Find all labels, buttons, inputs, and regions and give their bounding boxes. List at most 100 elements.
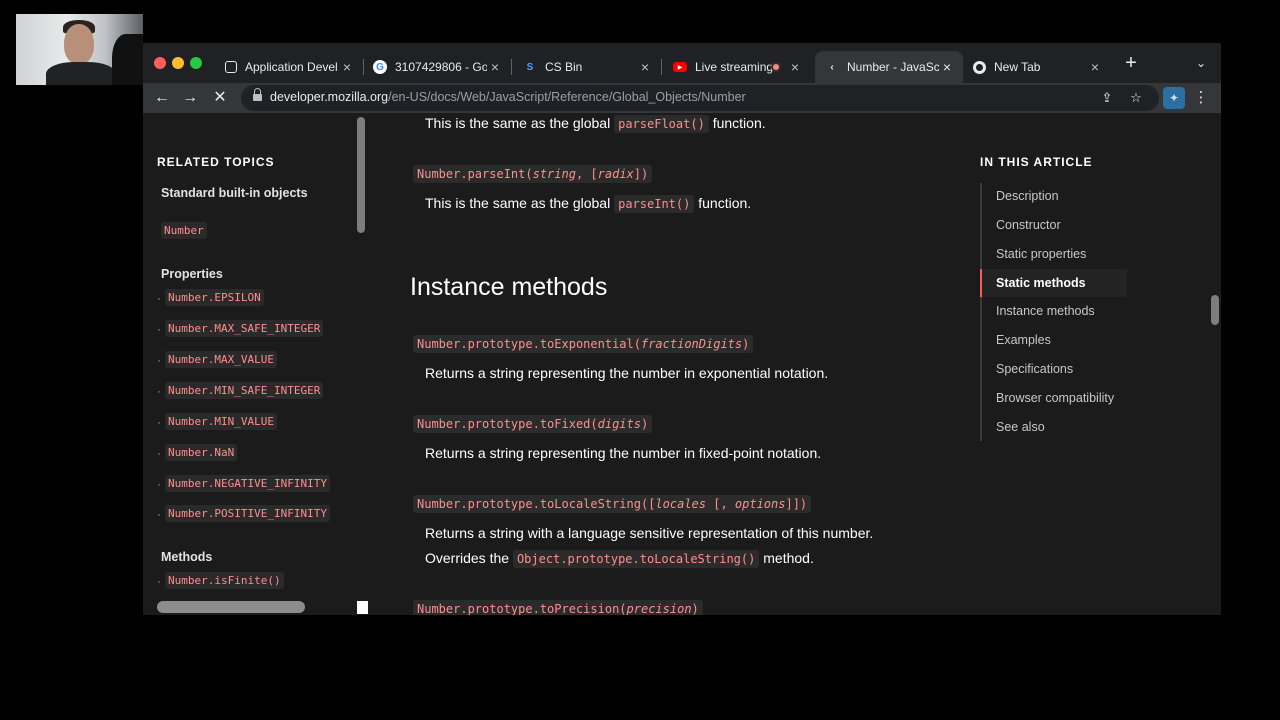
tab-separator bbox=[661, 59, 662, 75]
sidebar-vertical-scrollbar[interactable] bbox=[357, 117, 365, 233]
tab-google[interactable]: G 3107429806 - Go × bbox=[363, 51, 512, 83]
webcam-overlay bbox=[16, 14, 143, 85]
sig-arg: locales bbox=[655, 497, 706, 511]
browser-window: Application Devel × G 3107429806 - Go × … bbox=[143, 43, 1221, 615]
article-main: This is the same as the global parseFloa… bbox=[369, 113, 969, 615]
sidebar-item-label: Number.NEGATIVE_INFINITY bbox=[165, 475, 330, 492]
object-to-locale-string-link[interactable]: Object.prototype.toLocaleString() bbox=[512, 550, 760, 568]
sig-text: [, bbox=[706, 497, 735, 511]
to-locale-string-description: Returns a string with a language sensiti… bbox=[425, 525, 874, 541]
stop-loading-icon[interactable]: ✕ bbox=[209, 87, 231, 109]
address-url[interactable]: developer.mozilla.org/en-US/docs/Web/Jav… bbox=[270, 90, 746, 104]
toc-item-see-also[interactable]: See also bbox=[996, 420, 1045, 434]
sidebar-item-positive-infinity[interactable]: · Number.POSITIVE_INFINITY bbox=[157, 505, 330, 522]
close-tab-icon[interactable]: × bbox=[1087, 59, 1103, 75]
sidebar-item-epsilon[interactable]: · Number.EPSILON bbox=[157, 289, 264, 306]
tab-cs-bin[interactable]: S CS Bin × bbox=[513, 51, 662, 83]
toc-item-static-methods[interactable]: Static methods bbox=[996, 276, 1086, 290]
address-path: /en-US/docs/Web/JavaScript/Reference/Glo… bbox=[388, 90, 746, 104]
desc-text: This is the same as the global bbox=[425, 115, 611, 131]
browser-toolbar: ← → ✕ developer.mozilla.org/en-US/docs/W… bbox=[143, 83, 1221, 113]
bullet: · bbox=[157, 476, 161, 491]
sidebar-horizontal-scrollbar[interactable] bbox=[157, 601, 305, 613]
instance-methods-heading: Instance methods bbox=[410, 273, 608, 301]
new-tab-plus-icon[interactable]: + bbox=[1123, 53, 1139, 73]
toc-item-constructor[interactable]: Constructor bbox=[996, 218, 1061, 232]
bullet: · bbox=[157, 383, 161, 398]
close-tab-icon[interactable]: × bbox=[487, 59, 503, 75]
sig-text: ) bbox=[742, 337, 750, 351]
desc-text: Overrides the bbox=[425, 550, 510, 566]
tab-application-devel[interactable]: Application Devel × bbox=[215, 51, 364, 83]
sidebar-item-max-safe-integer[interactable]: · Number.MAX_SAFE_INTEGER bbox=[157, 320, 324, 337]
back-arrow-icon[interactable]: ← bbox=[151, 87, 173, 109]
bullet: · bbox=[157, 573, 161, 588]
lock-icon bbox=[253, 88, 262, 103]
browser-menu-icon[interactable]: ⋮ bbox=[1193, 87, 1209, 109]
number-link-label: Number bbox=[161, 222, 207, 239]
sidebar-item-label: Number.isFinite() bbox=[165, 572, 284, 589]
tab-search-chevron-icon[interactable]: ⌄ bbox=[1193, 56, 1209, 72]
bookmark-star-icon[interactable]: ☆ bbox=[1128, 90, 1144, 106]
sidebar-item-min-safe-integer[interactable]: · Number.MIN_SAFE_INTEGER bbox=[157, 382, 324, 399]
share-icon[interactable]: ⇪ bbox=[1099, 90, 1115, 106]
close-tab-icon[interactable]: × bbox=[637, 59, 653, 75]
sidebar-item-min-value[interactable]: · Number.MIN_VALUE bbox=[157, 413, 277, 430]
sidebar-item-label: Number.POSITIVE_INFINITY bbox=[165, 505, 330, 522]
tab-new-tab[interactable]: New Tab × bbox=[963, 51, 1111, 83]
sidebar-item-is-finite[interactable]: · Number.isFinite() bbox=[157, 572, 284, 589]
parse-float-code-link[interactable]: parseFloat() bbox=[614, 115, 709, 133]
tab-separator bbox=[511, 59, 512, 75]
sidebar-item-label: Number.NaN bbox=[165, 444, 238, 461]
parse-int-code-link[interactable]: parseInt() bbox=[614, 195, 695, 213]
to-locale-string-signature[interactable]: Number.prototype.toLocaleString([locales… bbox=[413, 495, 812, 513]
sig-arg: digits bbox=[597, 417, 641, 431]
sig-text: Number.parseInt( bbox=[417, 167, 533, 181]
sidebar-item-negative-infinity[interactable]: · Number.NEGATIVE_INFINITY bbox=[157, 475, 330, 492]
tab-label: Application Devel bbox=[245, 60, 337, 74]
sig-text: , [ bbox=[575, 167, 598, 181]
close-tab-icon[interactable]: × bbox=[339, 59, 355, 75]
page-vertical-scrollbar[interactable] bbox=[1211, 295, 1219, 325]
zoom-window-button[interactable] bbox=[190, 57, 202, 69]
to-exponential-description: Returns a string representing the number… bbox=[425, 365, 829, 381]
tab-live-streaming[interactable]: ▶ Live streaming × bbox=[663, 51, 811, 83]
close-window-button[interactable] bbox=[154, 57, 166, 69]
toc-active-indicator bbox=[980, 269, 982, 297]
close-tab-icon[interactable]: × bbox=[939, 59, 955, 75]
to-precision-signature[interactable]: Number.prototype.toPrecision(precision) bbox=[413, 600, 703, 615]
extension-icon[interactable]: ✦ bbox=[1163, 87, 1185, 109]
related-topics-sidebar: RELATED TOPICS Standard built-in objects… bbox=[143, 113, 369, 615]
to-exponential-signature[interactable]: Number.prototype.toExponential(fractionD… bbox=[413, 335, 754, 353]
toc-item-description[interactable]: Description bbox=[996, 189, 1059, 203]
sidebar-item-nan[interactable]: · Number.NaN bbox=[157, 444, 238, 461]
minimize-window-button[interactable] bbox=[172, 57, 184, 69]
sig-text: ) bbox=[691, 602, 699, 615]
to-fixed-signature[interactable]: Number.prototype.toFixed(digits) bbox=[413, 415, 653, 433]
toc-item-instance-methods[interactable]: Instance methods bbox=[996, 304, 1095, 318]
related-topics-heading: RELATED TOPICS bbox=[157, 155, 275, 169]
address-bar[interactable]: developer.mozilla.org/en-US/docs/Web/Jav… bbox=[241, 85, 1159, 111]
parse-int-signature[interactable]: Number.parseInt(string, [radix]) bbox=[413, 165, 653, 183]
toc-item-specifications[interactable]: Specifications bbox=[996, 362, 1073, 376]
sidebar-item-label: Number.MAX_SAFE_INTEGER bbox=[165, 320, 324, 337]
bullet: · bbox=[157, 445, 161, 460]
bullet: · bbox=[157, 321, 161, 336]
bullet: · bbox=[157, 352, 161, 367]
aws-icon bbox=[225, 61, 237, 73]
toc-item-browser-compatibility[interactable]: Browser compatibility bbox=[996, 391, 1114, 405]
number-link[interactable]: Number bbox=[161, 221, 207, 239]
webcam-face bbox=[64, 24, 94, 64]
toc-rail bbox=[980, 183, 982, 441]
close-tab-icon[interactable]: × bbox=[787, 59, 803, 75]
toc-item-examples[interactable]: Examples bbox=[996, 333, 1051, 347]
sig-arg: fractionDigits bbox=[640, 337, 743, 351]
sidebar-item-max-value[interactable]: · Number.MAX_VALUE bbox=[157, 351, 277, 368]
scrollbar-corner bbox=[357, 601, 368, 614]
address-host: developer.mozilla.org bbox=[270, 90, 389, 104]
tab-number-javascript[interactable]: ‹ Number - JavaSc × bbox=[815, 51, 963, 83]
toc-item-static-properties[interactable]: Static properties bbox=[996, 247, 1086, 261]
webcam-body bbox=[46, 62, 116, 85]
forward-arrow-icon[interactable]: → bbox=[179, 87, 201, 109]
standard-built-in-objects-link[interactable]: Standard built-in objects bbox=[161, 186, 308, 200]
